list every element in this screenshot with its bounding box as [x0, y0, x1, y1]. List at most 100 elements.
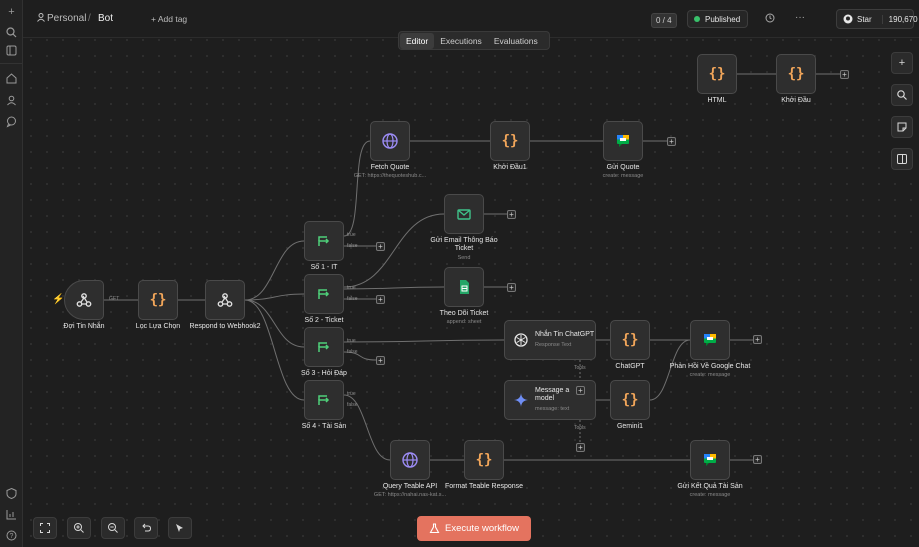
node-respond-label: Respond to Webhook2 — [189, 323, 261, 330]
node-gui-quote-label: Gửi Quote — [606, 164, 640, 171]
undo-button[interactable] — [134, 517, 158, 539]
home-icon[interactable] — [4, 71, 19, 86]
tidy-icon — [176, 524, 183, 532]
zoom-out-button[interactable] — [101, 517, 125, 539]
sidebar-icon[interactable] — [4, 43, 19, 58]
tab-evaluations[interactable]: Evaluations — [488, 33, 544, 49]
node-gui-quote[interactable] — [603, 121, 643, 161]
node-nhan-tin-label: Nhắn Tin ChatGPT — [535, 331, 595, 338]
webhook-icon — [217, 293, 233, 307]
plus-icon[interactable]: + — [4, 5, 19, 20]
node-respond[interactable] — [205, 280, 245, 320]
sheets-icon — [460, 280, 469, 294]
execute-workflow-button[interactable]: Execute workflow — [417, 516, 531, 541]
fit-view-button[interactable] — [33, 517, 57, 539]
node-gui-email[interactable] — [444, 194, 484, 234]
chart-icon[interactable] — [4, 507, 19, 522]
toggle-panel-button[interactable] — [891, 148, 913, 170]
add-node-handle[interactable]: + — [507, 283, 516, 292]
google-chat-icon — [617, 135, 629, 147]
node-so2[interactable] — [304, 274, 344, 314]
trigger-bolt-icon: ⚡ — [52, 294, 65, 305]
add-tag-button[interactable]: + Add tag — [151, 14, 187, 24]
node-chatgpt[interactable]: {} — [610, 320, 650, 360]
code-icon: {} — [621, 332, 639, 348]
edge-label-true: true — [347, 391, 356, 397]
node-so3[interactable] — [304, 327, 344, 367]
chat-icon[interactable] — [4, 114, 19, 129]
switch-icon — [318, 395, 330, 405]
add-node-handle[interactable]: + — [576, 386, 585, 395]
add-node-handle[interactable]: + — [376, 295, 385, 304]
add-node-button[interactable]: + — [891, 52, 913, 74]
tab-executions[interactable]: Executions — [434, 33, 488, 49]
openai-icon — [514, 333, 528, 347]
edge-label-false: false — [347, 243, 358, 249]
user-icon — [36, 12, 46, 22]
published-badge[interactable]: Published — [687, 10, 748, 28]
node-gemini1[interactable]: {} — [610, 380, 650, 420]
add-node-handle[interactable]: + — [667, 137, 676, 146]
node-theo-doi[interactable] — [444, 267, 484, 307]
node-so1[interactable] — [304, 221, 344, 261]
node-fetch-quote[interactable] — [370, 121, 410, 161]
node-gui-email-label: Gửi Email Thông Báo Ticket — [430, 237, 498, 252]
version-counter: 0 / 4 — [651, 13, 677, 28]
edge-label-tools: Tools — [574, 425, 586, 431]
edge-label-get: GET — [109, 296, 120, 302]
node-gui-ket-qua-sub: create: message — [689, 492, 731, 498]
add-node-handle[interactable]: + — [507, 210, 516, 219]
node-so3-label: Số 3 - Hỏi Đáp — [301, 370, 347, 377]
breadcrumb-project[interactable]: Personal — [47, 13, 86, 24]
search-icon[interactable] — [4, 25, 19, 40]
workflow-name[interactable]: Bot — [98, 13, 113, 24]
zoom-in-button[interactable] — [67, 517, 91, 539]
node-html[interactable]: {} — [697, 54, 737, 94]
connection-line — [343, 140, 371, 237]
more-options-icon[interactable]: ··· — [795, 12, 805, 23]
add-node-handle[interactable]: + — [376, 242, 385, 251]
sticky-note-button[interactable] — [891, 116, 913, 138]
gemini-icon — [514, 393, 528, 407]
node-phan-hoi-sub: create: message — [689, 372, 731, 378]
shield-icon[interactable] — [4, 486, 19, 501]
node-query-teable[interactable] — [390, 440, 430, 480]
node-nhan-tin[interactable]: Nhắn Tin ChatGPT Response Text — [504, 320, 596, 360]
add-node-handle[interactable]: + — [753, 335, 762, 344]
history-icon[interactable] — [764, 12, 776, 24]
node-khoi-dau[interactable]: {} — [776, 54, 816, 94]
node-fetch-quote-label: Fetch Quote — [370, 164, 410, 171]
node-fetch-quote-sub: GET: https://thequoteshub.c... — [353, 173, 427, 179]
add-node-handle[interactable]: + — [576, 443, 585, 452]
star-label: Star — [857, 14, 872, 24]
add-node-handle[interactable]: + — [840, 70, 849, 79]
help-icon[interactable]: ? — [4, 528, 19, 543]
switch-icon — [318, 289, 330, 299]
node-format-teable[interactable]: {} — [464, 440, 504, 480]
node-loc-lua-chon[interactable]: {} — [138, 280, 178, 320]
github-star-button[interactable]: Star 190,670 — [836, 9, 918, 29]
zoom-in-icon — [74, 523, 84, 533]
search-nodes-button[interactable] — [891, 84, 913, 106]
user-icon[interactable] — [4, 93, 19, 108]
node-doi-tin-nhan[interactable] — [64, 280, 104, 320]
add-node-handle[interactable]: + — [753, 455, 762, 464]
node-phan-hoi[interactable] — [690, 320, 730, 360]
connection-line — [343, 286, 445, 290]
tidy-up-button[interactable] — [168, 517, 192, 539]
node-gemini1-label: Gemini1 — [616, 423, 644, 430]
add-node-handle[interactable]: + — [376, 356, 385, 365]
connection-line — [343, 339, 505, 343]
edge-label-true: true — [347, 285, 356, 291]
node-khoi-dau1[interactable]: {} — [490, 121, 530, 161]
node-so4[interactable] — [304, 380, 344, 420]
node-gui-email-sub: Send — [457, 255, 471, 261]
edge-label-true: true — [347, 232, 356, 238]
code-icon: {} — [501, 133, 519, 149]
node-nhan-tin-sub: Response Text — [535, 342, 572, 348]
node-phan-hoi-label: Phản Hồi Về Google Chat — [669, 363, 751, 370]
node-gui-ket-qua-label: Gửi Kết Quả Tài Sản — [677, 483, 743, 490]
node-gui-ket-qua[interactable] — [690, 440, 730, 480]
fit-view-icon — [40, 523, 50, 533]
tab-editor[interactable]: Editor — [400, 32, 435, 49]
